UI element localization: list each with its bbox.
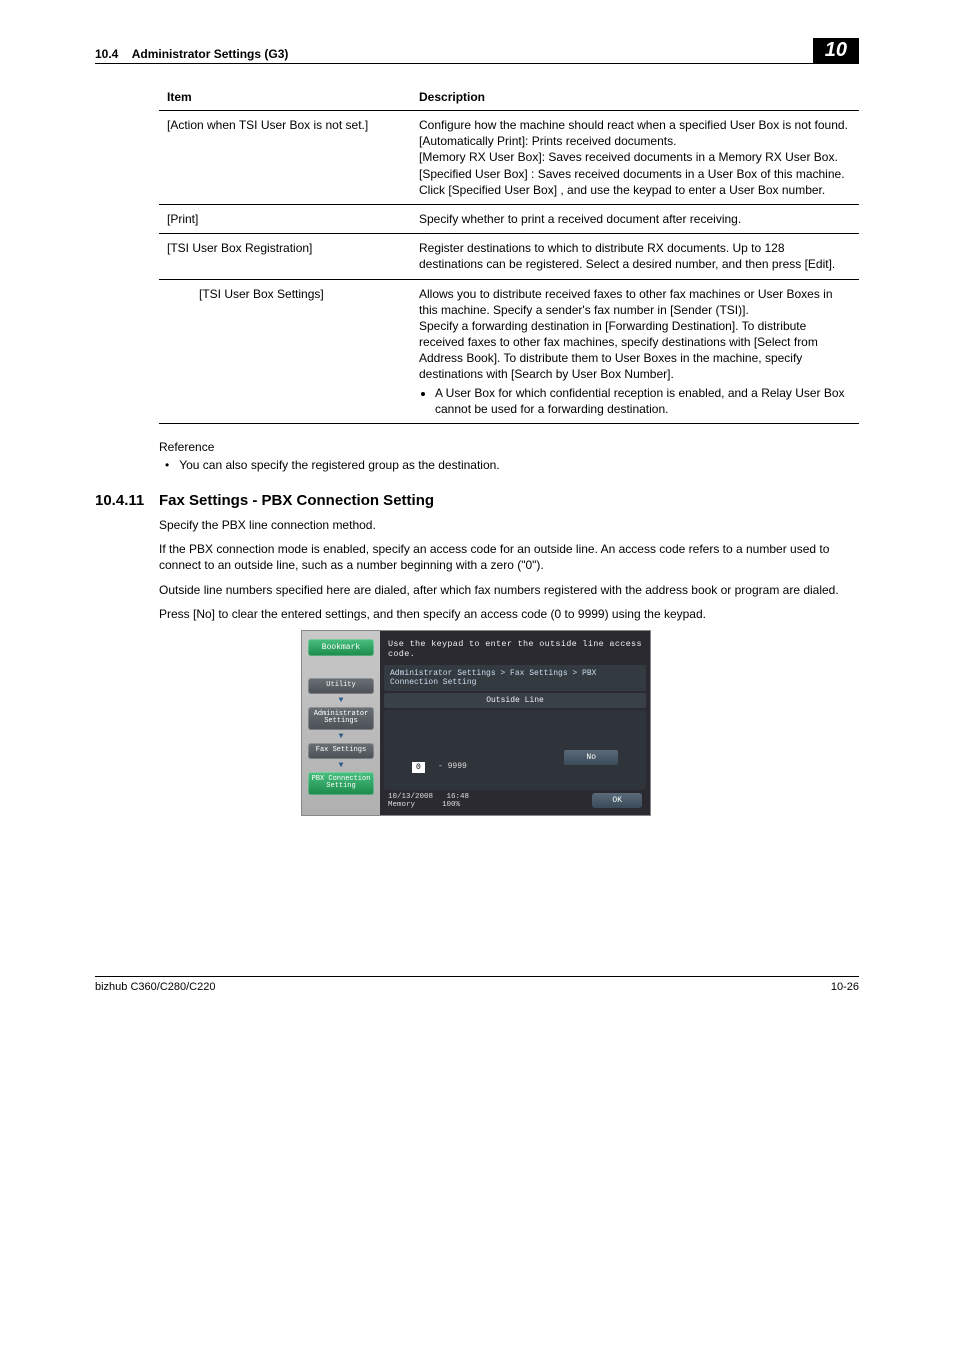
utility-tab[interactable]: Utility <box>308 678 374 694</box>
fax-settings-tab[interactable]: Fax Settings <box>308 743 374 759</box>
arrow-down-icon: ▼ <box>308 732 374 741</box>
panel-footer-left: 10/13/2008 16:48 Memory 100% <box>388 793 469 809</box>
th-desc: Description <box>411 84 859 111</box>
panel-footer: 10/13/2008 16:48 Memory 100% OK <box>384 790 646 811</box>
section-title: Fax Settings - PBX Connection Setting <box>159 492 434 509</box>
admin-settings-tab[interactable]: Administrator Settings <box>308 707 374 730</box>
cell-item: [Action when TSI User Box is not set.] <box>159 111 411 205</box>
cell-item: [TSI User Box Registration] <box>159 234 411 279</box>
arrow-down-icon: ▼ <box>308 761 374 770</box>
header-section-no: 10.4 <box>95 47 118 61</box>
ok-button[interactable]: OK <box>592 793 642 808</box>
cell-item: [Print] <box>159 204 411 233</box>
paragraph: Press [No] to clear the entered settings… <box>159 606 859 622</box>
footer-model: bizhub C360/C280/C220 <box>95 981 215 993</box>
cell-desc: Register destinations to which to distri… <box>411 234 859 279</box>
cell-desc: Configure how the machine should react w… <box>411 111 859 205</box>
header-section-title: Administrator Settings (G3) <box>132 47 289 61</box>
panel-main: Use the keypad to enter the outside line… <box>380 631 650 815</box>
paragraph: If the PBX connection mode is enabled, s… <box>159 541 859 573</box>
footer-page: 10-26 <box>831 981 859 993</box>
chapter-badge: 10 <box>813 38 859 64</box>
no-button[interactable]: No <box>564 750 618 765</box>
page-header: 10.4 Administrator Settings (G3) 10 <box>95 38 859 64</box>
access-code-input[interactable]: 0 <box>412 762 425 773</box>
section-heading: 10.4.11 Fax Settings - PBX Connection Se… <box>95 492 859 509</box>
panel-sidebar: Bookmark Utility ▼ Administrator Setting… <box>302 631 380 815</box>
settings-table: Item Description [Action when TSI User B… <box>159 84 859 424</box>
section-number: 10.4.11 <box>95 492 159 509</box>
reference-bullet: You can also specify the registered grou… <box>181 458 859 472</box>
pbx-connection-tab[interactable]: PBX Connection Setting <box>308 772 374 795</box>
table-row: [TSI User Box Settings] Allows you to di… <box>159 279 859 424</box>
cell-item-sub: [TSI User Box Settings] <box>159 279 411 424</box>
access-code-range: - 9999 <box>438 762 467 771</box>
panel-date: 10/13/2008 <box>388 793 433 801</box>
cell-desc: Allows you to distribute received faxes … <box>411 279 859 424</box>
cell-desc-text: Allows you to distribute received faxes … <box>419 287 833 382</box>
table-row: [TSI User Box Registration] Register des… <box>159 234 859 279</box>
arrow-down-icon: ▼ <box>308 696 374 705</box>
bookmark-tab[interactable]: Bookmark <box>308 639 374 656</box>
panel-body: No 0 - 9999 <box>384 710 646 790</box>
panel-breadcrumb: Administrator Settings > Fax Settings > … <box>384 665 646 691</box>
table-row: [Action when TSI User Box is not set.] C… <box>159 111 859 205</box>
panel-time: 16:48 <box>447 793 470 801</box>
cell-desc-bullet: A User Box for which confidential recept… <box>435 385 851 417</box>
paragraph: Outside line numbers specified here are … <box>159 582 859 598</box>
page-footer: bizhub C360/C280/C220 10-26 <box>95 976 859 993</box>
panel-memory-value: 100% <box>442 801 460 809</box>
reference-label: Reference <box>159 440 859 454</box>
panel-subhead: Outside Line <box>384 693 646 708</box>
table-row: [Print] Specify whether to print a recei… <box>159 204 859 233</box>
cell-desc: Specify whether to print a received docu… <box>411 204 859 233</box>
panel-instruction: Use the keypad to enter the outside line… <box>384 635 646 665</box>
th-item: Item <box>159 84 411 111</box>
panel-screenshot: Bookmark Utility ▼ Administrator Setting… <box>301 630 651 816</box>
header-section: 10.4 Administrator Settings (G3) <box>95 47 288 61</box>
panel-memory-label: Memory <box>388 801 415 809</box>
paragraph: Specify the PBX line connection method. <box>159 517 859 533</box>
